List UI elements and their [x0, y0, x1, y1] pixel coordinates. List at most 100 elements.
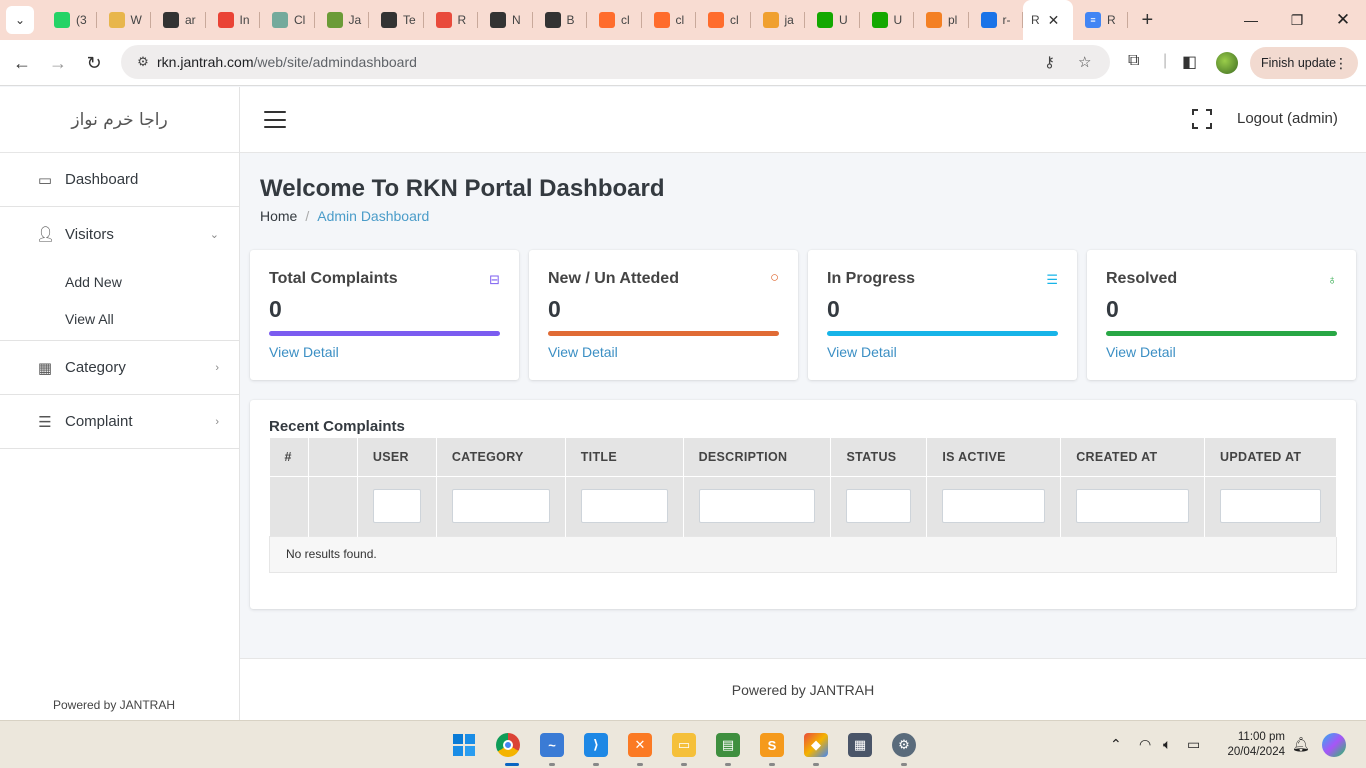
browser-tab[interactable]: U [860, 0, 915, 40]
column-header[interactable]: CATEGORY [436, 438, 566, 476]
file-explorer-taskbar-icon[interactable]: ▭ [672, 733, 696, 757]
column-header[interactable]: CREATED AT [1060, 438, 1206, 476]
side-panel-icon[interactable]: ◧ [1182, 52, 1197, 72]
site-info-icon[interactable]: ⚙ [129, 54, 157, 70]
sidebar-item-category[interactable]: ▦ Category › [0, 341, 239, 395]
battery-icon[interactable]: ▭ [1187, 736, 1200, 753]
xampp-taskbar-icon[interactable]: ✕ [628, 733, 652, 757]
menu-toggle-button[interactable] [264, 111, 286, 128]
forward-button[interactable]: → [40, 45, 76, 81]
column-header[interactable]: STATUS [830, 438, 928, 476]
tab-label: (3 [76, 13, 87, 27]
filter-updated-at-input[interactable] [1220, 489, 1321, 523]
browser-tab[interactable]: B [533, 0, 588, 40]
filter-description-input[interactable] [698, 489, 816, 523]
new-tab-button[interactable]: + [1142, 9, 1170, 32]
browser-tab[interactable]: U [805, 0, 860, 40]
back-button[interactable]: ← [4, 45, 40, 81]
close-window-button[interactable]: ✕ [1320, 0, 1366, 40]
browser-tab[interactable]: (3 [42, 0, 97, 40]
design-app-taskbar-icon[interactable]: ◆ [804, 733, 828, 757]
view-detail-link[interactable]: View Detail [1106, 344, 1176, 360]
sidebar-item-complaint[interactable]: ☰ Complaint › [0, 395, 239, 449]
logout-link[interactable]: Logout (admin) [1237, 110, 1338, 127]
column-header[interactable]: DESCRIPTION [683, 438, 832, 476]
tab-search-button[interactable]: ⌄ [6, 6, 34, 34]
column-header[interactable]: # [269, 438, 309, 476]
tab-docs[interactable]: ≡ R [1073, 0, 1128, 40]
browser-tab[interactable]: In [206, 0, 261, 40]
more-vert-icon[interactable]: ⋮ [1334, 55, 1348, 72]
filter-is-active-input[interactable] [942, 489, 1046, 523]
stat-card-new: New / Un Atteded ○ 0 View Detail [529, 250, 798, 380]
column-header[interactable]: UPDATED AT [1204, 438, 1337, 476]
card-title: Total Complaints [269, 270, 398, 287]
close-icon[interactable]: ✕ [1048, 12, 1060, 29]
dolphin-taskbar-icon[interactable]: ~ [540, 733, 564, 757]
browser-tab[interactable]: Ja [315, 0, 370, 40]
filter-title-input[interactable] [580, 489, 668, 523]
volume-icon[interactable]: 🔈︎ [1163, 736, 1171, 753]
restore-button[interactable]: ❐ [1274, 0, 1320, 40]
browser-tab[interactable]: r- [969, 0, 1024, 40]
extensions-icon[interactable]: ⧉ [1128, 52, 1139, 70]
browser-tab[interactable]: W [97, 0, 152, 40]
brand-name[interactable]: راجا خرم نواز [0, 87, 239, 153]
copilot-icon[interactable] [1322, 733, 1346, 757]
view-detail-link[interactable]: View Detail [269, 344, 339, 360]
filter-user-input[interactable] [372, 489, 421, 523]
browser-tab[interactable]: ja [751, 0, 806, 40]
chrome-taskbar-icon[interactable] [496, 733, 520, 757]
notification-bell-icon[interactable]: 🔔︎ [1292, 736, 1310, 753]
card-value: 0 [269, 296, 282, 322]
sidebar-item-dashboard[interactable]: ▭ Dashboard [0, 153, 239, 207]
tab-label: cl [730, 13, 739, 27]
browser-tab[interactable]: cl [642, 0, 697, 40]
sidebar-subitem-view-all[interactable]: View All [0, 300, 239, 337]
key-icon[interactable]: ⚷ [1044, 53, 1055, 71]
browser-tab[interactable]: cl [587, 0, 642, 40]
card-bar [827, 331, 1058, 336]
vscode-taskbar-icon[interactable]: ⟩ [584, 733, 608, 757]
calculator-taskbar-icon[interactable]: ▦ [848, 733, 872, 757]
sidebar-subitem-add-new[interactable]: Add New [0, 263, 239, 300]
spreadsheet-taskbar-icon[interactable]: ▤ [716, 733, 740, 757]
tab-label: Te [403, 13, 416, 27]
filter-created-at-input[interactable] [1076, 489, 1190, 523]
browser-tab[interactable]: pl [914, 0, 969, 40]
column-header [308, 438, 358, 476]
stat-card-resolved: Resolved ♁ 0 View Detail [1087, 250, 1356, 380]
sidebar-item-visitors[interactable]: 👤︎ Visitors ⌄ [0, 207, 239, 261]
browser-tab[interactable]: R [424, 0, 479, 40]
chevron-up-icon[interactable]: ⌃ [1110, 736, 1122, 753]
tab-label: B [566, 13, 575, 27]
browser-tab[interactable]: cl [696, 0, 751, 40]
profile-avatar[interactable] [1216, 52, 1238, 74]
sublime-taskbar-icon[interactable]: S [760, 733, 784, 757]
wifi-icon[interactable]: ◠ [1139, 736, 1151, 753]
breadcrumb-home[interactable]: Home [260, 208, 297, 224]
system-clock[interactable]: 11:00 pm 20/04/2024 [1221, 730, 1285, 760]
finish-update-button[interactable]: Finish update ⋮ [1250, 47, 1358, 79]
minimize-button[interactable]: — [1228, 0, 1274, 40]
browser-tab[interactable]: Te [369, 0, 424, 40]
column-header[interactable]: USER [357, 438, 437, 476]
filter-status-input[interactable] [846, 489, 912, 523]
filter-category-input[interactable] [451, 489, 550, 523]
address-bar[interactable]: ⚙ rkn.jantrah.com/web/site/admindashboar… [121, 45, 1110, 79]
github-icon [544, 12, 561, 28]
reload-button[interactable]: ↻ [76, 45, 112, 81]
browser-tab[interactable]: N [478, 0, 533, 40]
browser-tab[interactable]: ar [151, 0, 206, 40]
settings-taskbar-icon[interactable]: ⚙ [892, 733, 916, 757]
view-detail-link[interactable]: View Detail [548, 344, 618, 360]
browser-tab[interactable]: Cl [260, 0, 315, 40]
url-text[interactable]: rkn.jantrah.com/web/site/admindashboard [157, 54, 417, 70]
windows-start-icon[interactable] [452, 733, 476, 757]
active-tab[interactable]: R ✕ [1023, 0, 1073, 40]
fullscreen-icon[interactable] [1192, 109, 1212, 129]
view-detail-link[interactable]: View Detail [827, 344, 897, 360]
star-icon[interactable]: ☆ [1078, 53, 1091, 71]
column-header[interactable]: IS ACTIVE [926, 438, 1062, 476]
column-header[interactable]: TITLE [565, 438, 684, 476]
